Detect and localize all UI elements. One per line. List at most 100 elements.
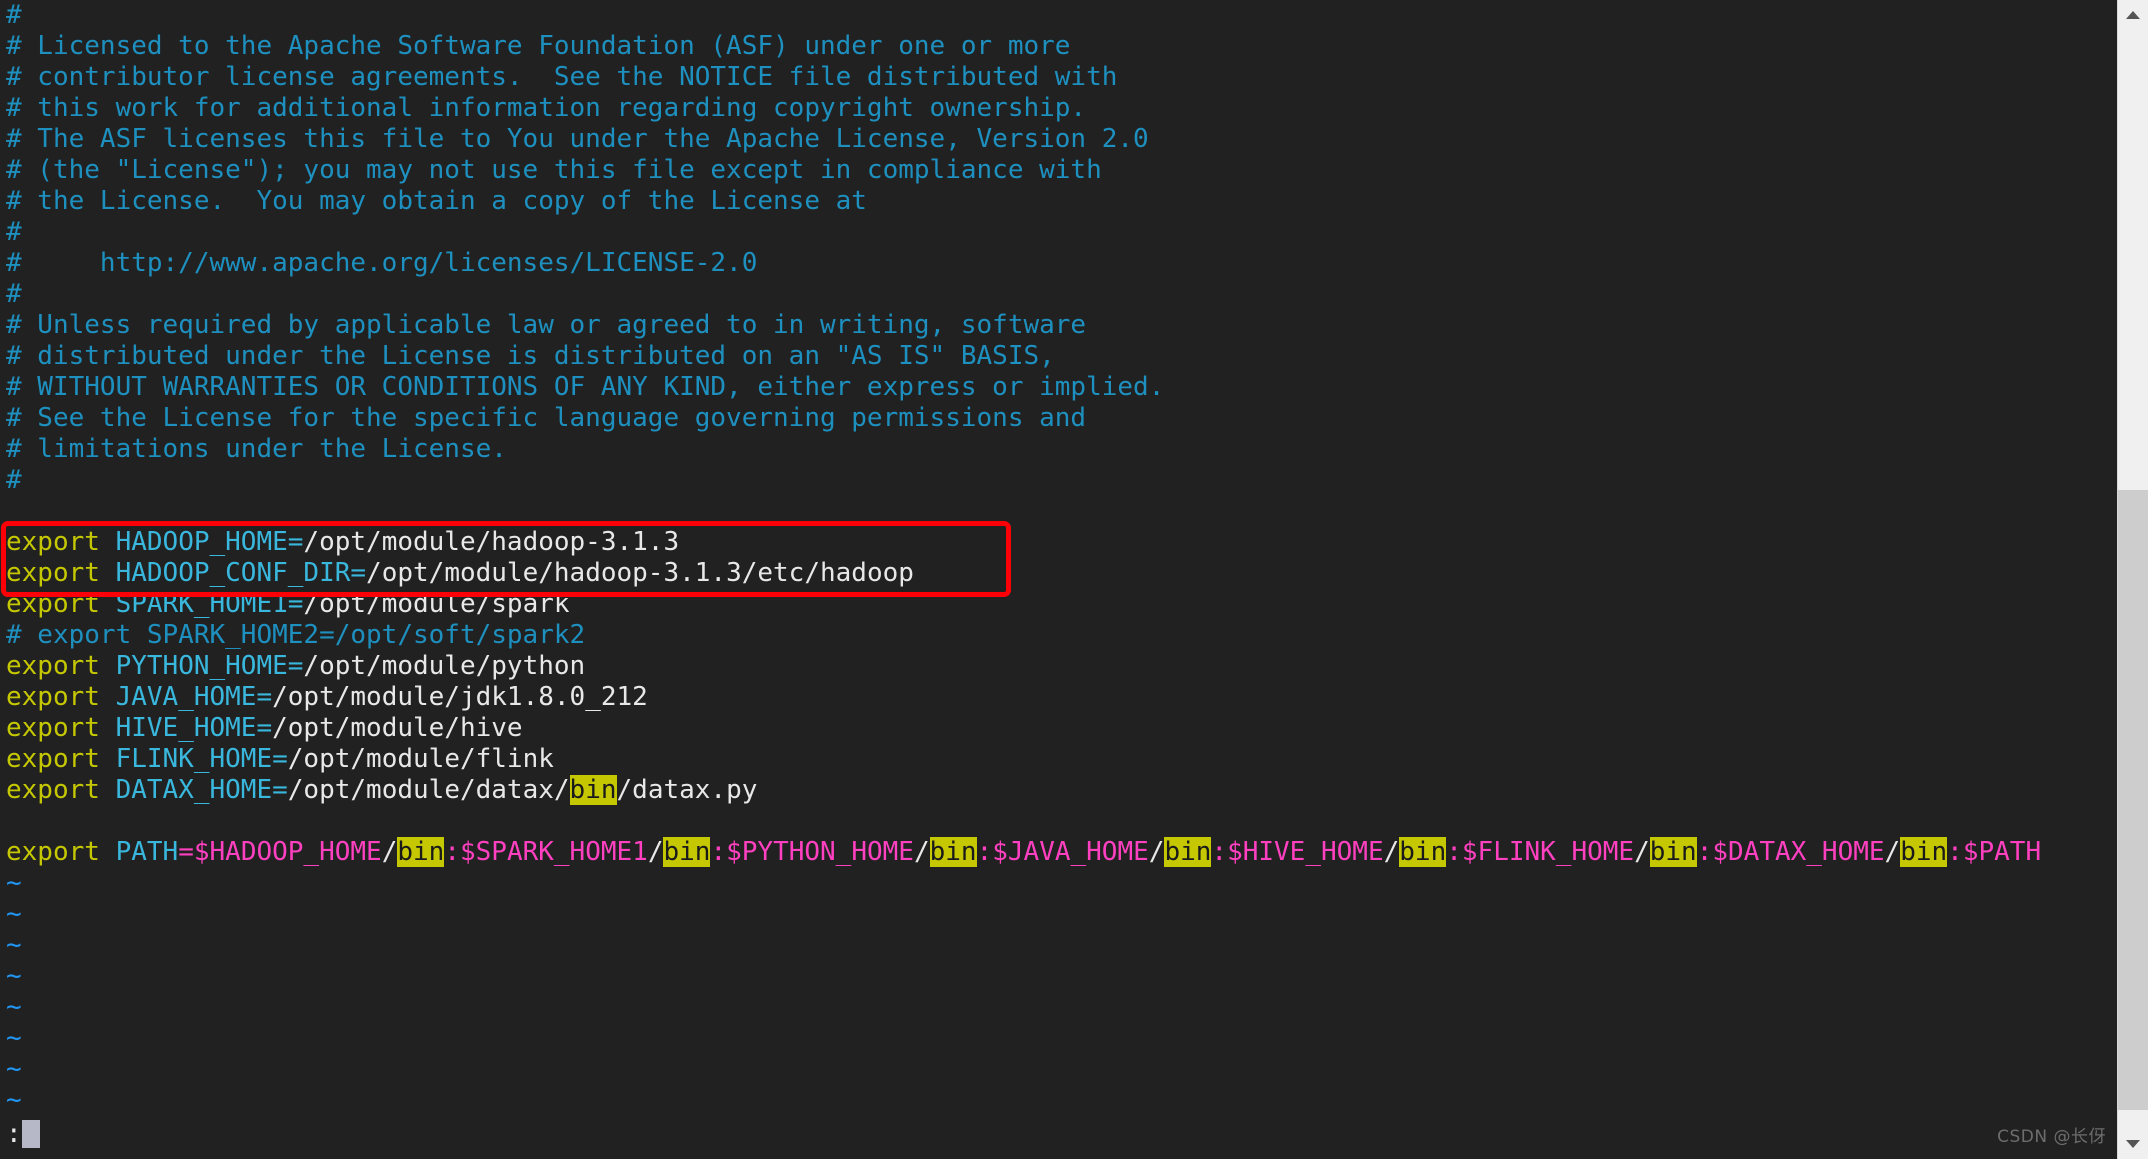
path-separator: : [710,837,727,867]
block-cursor [21,1120,40,1148]
editor-text-area[interactable]: # # Licensed to the Apache Software Foun… [0,0,2118,1159]
equals-sign: = [350,558,367,588]
command-prompt: : [6,1119,22,1149]
path-segment-var: $HADOOP_HOME [193,837,382,867]
env-var-name: HIVE_HOME [115,713,257,743]
equals-sign: = [287,527,304,557]
env-var-value: /opt/module/hive [272,713,523,743]
code-line-comment: # WITHOUT WARRANTIES OR CONDITIONS OF AN… [0,372,2118,403]
empty-line-marker: ~ [6,1054,22,1084]
comment-text: # (the "License"); you may not use this … [6,155,1102,185]
vim-terminal-window: # # Licensed to the Apache Software Foun… [0,0,2148,1159]
path-slash: / [381,837,398,867]
search-highlight-bin: bin [929,837,977,867]
env-var-name: PATH [115,837,179,867]
scrollbar-thumb[interactable] [2118,490,2148,1110]
code-line-export-spark-home1: export SPARK_HOME1=/opt/module/spark [0,589,2118,620]
vim-command-line[interactable]: : [0,1117,2124,1151]
env-var-value: /opt/module/flink [287,744,554,774]
path-separator: : [1696,837,1713,867]
code-line-comment: # The ASF licenses this file to You unde… [0,124,2118,155]
csdn-watermark: CSDN @长伢 [1997,1127,2106,1147]
export-keyword: export [6,775,100,805]
env-var-name: JAVA_HOME [115,682,257,712]
code-line-comment: # the License. You may obtain a copy of … [0,186,2118,217]
comment-text: # Licensed to the Apache Software Founda… [6,31,1071,61]
path-separator: : [1211,837,1228,867]
code-line-comment-license-url: # http://www.apache.org/licenses/LICENSE… [0,248,2118,279]
path-slash: / [647,837,664,867]
env-var-name: SPARK_HOME1 [115,589,288,619]
code-line-comment: # (the "License"); you may not use this … [0,155,2118,186]
scroll-up-arrow-button[interactable] [2118,0,2148,30]
comment-text: # [6,0,22,30]
export-keyword: export [6,558,100,588]
comment-text: # WITHOUT WARRANTIES OR CONDITIONS OF AN… [6,372,1165,402]
search-highlight-bin: bin [1900,837,1948,867]
comment-text: # [6,279,22,309]
path-segment-var: $DATAX_HOME [1712,837,1885,867]
path-slash: / [1634,837,1650,867]
code-line-comment: # contributor license agreements. See th… [0,62,2118,93]
search-highlight-bin: bin [569,775,617,805]
equals-sign: = [256,682,273,712]
code-line-comment: # [0,217,2118,248]
empty-line-marker: ~ [6,1085,22,1115]
export-keyword: export [6,589,100,619]
chevron-down-icon [2126,1140,2140,1148]
export-keyword: export [6,837,100,867]
search-highlight-bin: bin [1399,837,1447,867]
code-line-export-datax-home: export DATAX_HOME=/opt/module/datax/bin/… [0,775,2118,806]
equals-sign: = [272,744,288,774]
env-var-name: FLINK_HOME [115,744,273,774]
search-highlight-bin: bin [663,837,711,867]
search-highlight-bin: bin [397,837,445,867]
path-slash: / [1383,837,1400,867]
scroll-down-arrow-button[interactable] [2118,1129,2148,1159]
env-var-name: DATAX_HOME [115,775,273,805]
path-separator: : [1446,837,1462,867]
code-line-export-python-home: export PYTHON_HOME=/opt/module/python [0,651,2118,682]
path-slash: / [913,837,930,867]
empty-line-marker: ~ [6,930,22,960]
empty-line-marker: ~ [6,868,22,898]
export-keyword: export [6,527,100,557]
comment-text: # http://www.apache.org/licenses/LICENSE… [6,248,758,278]
comment-text: # the License. You may obtain a copy of … [6,186,867,216]
path-segment-var: $HIVE_HOME [1227,837,1384,867]
comment-text: # Unless required by applicable law or a… [6,310,1087,340]
path-separator: : [444,837,460,867]
path-segment-var: $FLINK_HOME [1461,837,1635,867]
comment-text: # See the License for the specific langu… [6,403,1087,433]
code-line-comment: # this work for additional information r… [0,93,2118,124]
export-keyword: export [6,713,100,743]
path-slash: / [1148,837,1165,867]
comment-text: # limitations under the License. [6,434,507,464]
env-var-value: /opt/module/python [303,651,586,681]
search-highlight-bin: bin [1649,837,1697,867]
empty-line-marker: ~ [6,1023,22,1053]
env-var-name: PYTHON_HOME [115,651,288,681]
code-line-comment: # distributed under the License is distr… [0,341,2118,372]
env-var-value: /opt/module/spark [303,589,570,619]
code-line-export-hadoop-conf-dir: export HADOOP_CONF_DIR=/opt/module/hadoo… [0,558,2118,589]
env-var-value: /opt/module/hadoop-3.1.3/etc/hadoop [366,558,914,588]
comment-text: # contributor license agreements. See th… [6,62,1118,92]
code-line-comment-spark-home2: # export SPARK_HOME2=/opt/soft/spark2 [0,620,2118,651]
code-line-export-path: export PATH=$HADOOP_HOME/bin:$SPARK_HOME… [0,837,2118,868]
comment-text: # this work for additional information r… [6,93,1087,123]
code-line-comment: # See the License for the specific langu… [0,403,2118,434]
path-segment-var: $JAVA_HOME [992,837,1149,867]
env-var-name: HADOOP_CONF_DIR [115,558,351,588]
code-line-export-hive-home: export HIVE_HOME=/opt/module/hive [0,713,2118,744]
code-line-comment: # limitations under the License. [0,434,2118,465]
code-line-comment: # Licensed to the Apache Software Founda… [0,31,2118,62]
code-line-comment: # [0,0,2118,31]
export-keyword: export [6,651,100,681]
code-line-comment: # Unless required by applicable law or a… [0,310,2118,341]
comment-text: # [6,217,22,247]
vertical-scrollbar[interactable] [2117,0,2148,1159]
path-tail-var: $PATH [1962,837,2042,867]
